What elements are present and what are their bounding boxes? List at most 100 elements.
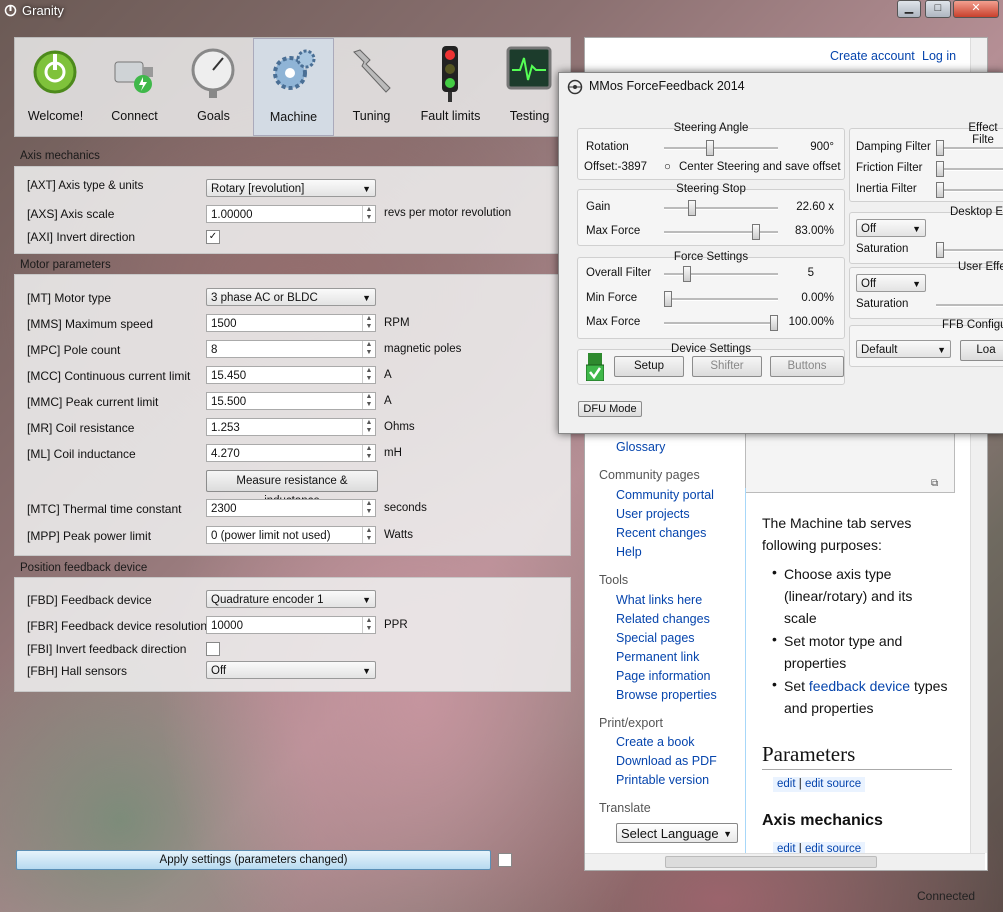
feedback-device-select[interactable]: Quadrature encoder 1 ▼	[206, 590, 376, 608]
spin-arrows-icon[interactable]: ▲ ▼	[362, 206, 375, 222]
damping-thumb[interactable]	[936, 140, 944, 156]
sidebar-link[interactable]: Recent changes	[616, 526, 706, 540]
spin-arrows-icon[interactable]: ▲ ▼	[362, 527, 375, 543]
rotation-thumb[interactable]	[706, 140, 715, 156]
edit-source-link[interactable]: edit source	[805, 778, 861, 790]
saturation-slider[interactable]	[936, 304, 1003, 307]
sidebar-link[interactable]: Page information	[616, 669, 711, 683]
axis-scale-input[interactable]: 1.00000 ▲ ▼	[206, 205, 376, 223]
spin-arrows-icon[interactable]: ▲ ▼	[362, 393, 375, 409]
tab-machine[interactable]: Machine	[253, 38, 334, 136]
gain-slider[interactable]	[664, 200, 778, 216]
spin-arrows-icon[interactable]: ▲ ▼	[362, 617, 375, 633]
spin-arrows-icon[interactable]: ▲ ▼	[362, 419, 375, 435]
tab-fault-limits[interactable]: Fault limits	[411, 38, 490, 134]
shifter-button[interactable]: Shifter	[692, 356, 762, 377]
sidebar-link[interactable]: Create a book	[616, 735, 695, 749]
inertia-slider[interactable]	[936, 182, 1003, 198]
desktop-effects-select[interactable]: Off ▼	[856, 219, 926, 237]
motor-param-input[interactable]: 1.253 ▲ ▼	[206, 418, 376, 436]
max-force-slider[interactable]	[664, 224, 778, 240]
spin-arrows-icon[interactable]: ▲ ▼	[362, 367, 375, 383]
motor-type-select[interactable]: 3 phase AC or BLDC ▼	[206, 288, 376, 306]
user-effects-select[interactable]: Off ▼	[856, 274, 926, 292]
hall-sensors-select[interactable]: Off ▼	[206, 661, 376, 679]
motor-param-input[interactable]: 4.270 ▲ ▼	[206, 444, 376, 462]
axi-label: [AXI] Invert direction	[27, 230, 136, 244]
overall-filter-slider[interactable]	[664, 266, 778, 282]
sidebar-link[interactable]: Browse properties	[616, 688, 717, 702]
friction-thumb[interactable]	[936, 161, 944, 177]
tab-welcome[interactable]: Welcome!	[16, 38, 95, 134]
close-button[interactable]: ✕	[953, 0, 999, 18]
sidebar-link[interactable]: Community portal	[616, 488, 714, 502]
min-force-slider[interactable]	[664, 291, 778, 307]
axis-type-select[interactable]: Rotary [revolution] ▼	[206, 179, 376, 197]
measure-button[interactable]: Measure resistance & inductance	[206, 470, 378, 507]
tab-connect[interactable]: Connect	[95, 38, 174, 134]
create-account-link[interactable]: Create account	[830, 49, 915, 63]
max-force-2-slider[interactable]	[664, 315, 778, 331]
damping-slider[interactable]	[936, 140, 1003, 156]
sidebar-link[interactable]: Printable version	[616, 773, 709, 787]
enlarge-icon[interactable]: ⧉	[931, 478, 938, 489]
center-radio-icon[interactable]: ○	[664, 161, 671, 173]
motor-param-input[interactable]: 15.500 ▲ ▼	[206, 392, 376, 410]
feedback-resolution-input[interactable]: 10000 ▲ ▼	[206, 616, 376, 634]
sidebar-link[interactable]: Related changes	[616, 612, 710, 626]
log-in-link[interactable]: Log in	[922, 49, 956, 63]
invert-feedback-checkbox[interactable]	[206, 642, 220, 656]
glossary-link[interactable]: Glossary	[616, 440, 665, 454]
inertia-thumb[interactable]	[936, 182, 944, 198]
setup-button[interactable]: Setup	[614, 356, 684, 377]
gain-thumb[interactable]	[688, 200, 697, 216]
spin-arrows-icon[interactable]: ▲ ▼	[362, 445, 375, 461]
chevron-down-icon: ▼	[362, 595, 371, 605]
motor-param-input[interactable]: 1500 ▲ ▼	[206, 314, 376, 332]
sidebar-link[interactable]: What links here	[616, 593, 702, 607]
section-motor-header: Motor parameters	[20, 259, 111, 271]
spin-arrows-icon[interactable]: ▲ ▼	[362, 500, 375, 516]
sidebar-link[interactable]: Permanent link	[616, 650, 699, 664]
saturation-slider[interactable]	[936, 242, 1003, 258]
mmos-window: MMos ForceFeedback 2014 Steering Angle R…	[558, 72, 1003, 434]
intro-line-2: following purposes:	[762, 537, 882, 553]
sidebar-link[interactable]: Download as PDF	[616, 754, 717, 768]
tab-tuning[interactable]: Tuning	[332, 38, 411, 134]
ffb-profile-select[interactable]: Default ▼	[856, 340, 951, 358]
tab-goals[interactable]: Goals	[174, 38, 253, 134]
spin-arrows-icon[interactable]: ▲ ▼	[362, 341, 375, 357]
max-force-thumb[interactable]	[751, 224, 760, 240]
motor-param-input[interactable]: 15.450 ▲ ▼	[206, 366, 376, 384]
rotation-slider[interactable]	[664, 140, 778, 156]
motor-param-input[interactable]: 8 ▲ ▼	[206, 340, 376, 358]
max-force-2-value: 100.00%	[788, 316, 834, 328]
select-language-dropdown[interactable]: Select Language ▼	[616, 823, 738, 843]
sidebar-link[interactable]: Help	[616, 545, 642, 559]
load-button[interactable]: Loa	[960, 340, 1003, 361]
sidebar-link[interactable]: Special pages	[616, 631, 695, 645]
maximize-button[interactable]: □	[925, 0, 951, 18]
motor-param-value: 1500	[211, 318, 237, 330]
spin-arrows-icon[interactable]: ▲ ▼	[362, 315, 375, 331]
buttons-button[interactable]: Buttons	[770, 356, 844, 377]
saturation-thumb[interactable]	[936, 242, 944, 258]
feedback-device-link[interactable]: feedback device	[809, 678, 910, 694]
center-steering-label[interactable]: Center Steering and save offset	[679, 161, 841, 173]
friction-slider[interactable]	[936, 161, 1003, 177]
sidebar-link[interactable]: User projects	[616, 507, 690, 521]
scrollbar-thumb[interactable]	[665, 856, 877, 868]
apply-settings-button[interactable]: Apply settings (parameters changed)	[16, 850, 491, 870]
max-force-2-thumb[interactable]	[770, 315, 778, 331]
dfu-mode-button[interactable]: DFU Mode	[578, 401, 642, 417]
peak-power-input[interactable]: 0 (power limit not used) ▲ ▼	[206, 526, 376, 544]
minimize-button[interactable]: ▁	[897, 0, 921, 18]
thermal-time-input[interactable]: 2300 ▲ ▼	[206, 499, 376, 517]
auto-apply-checkbox[interactable]	[498, 853, 512, 867]
motor-type-value: 3 phase AC or BLDC	[211, 292, 318, 304]
invert-direction-checkbox[interactable]: ✓	[206, 230, 220, 244]
min-force-thumb[interactable]	[664, 291, 672, 307]
overall-filter-thumb[interactable]	[683, 266, 692, 282]
edit-links: edit | edit source	[773, 777, 866, 792]
edit-link[interactable]: edit	[777, 778, 796, 790]
